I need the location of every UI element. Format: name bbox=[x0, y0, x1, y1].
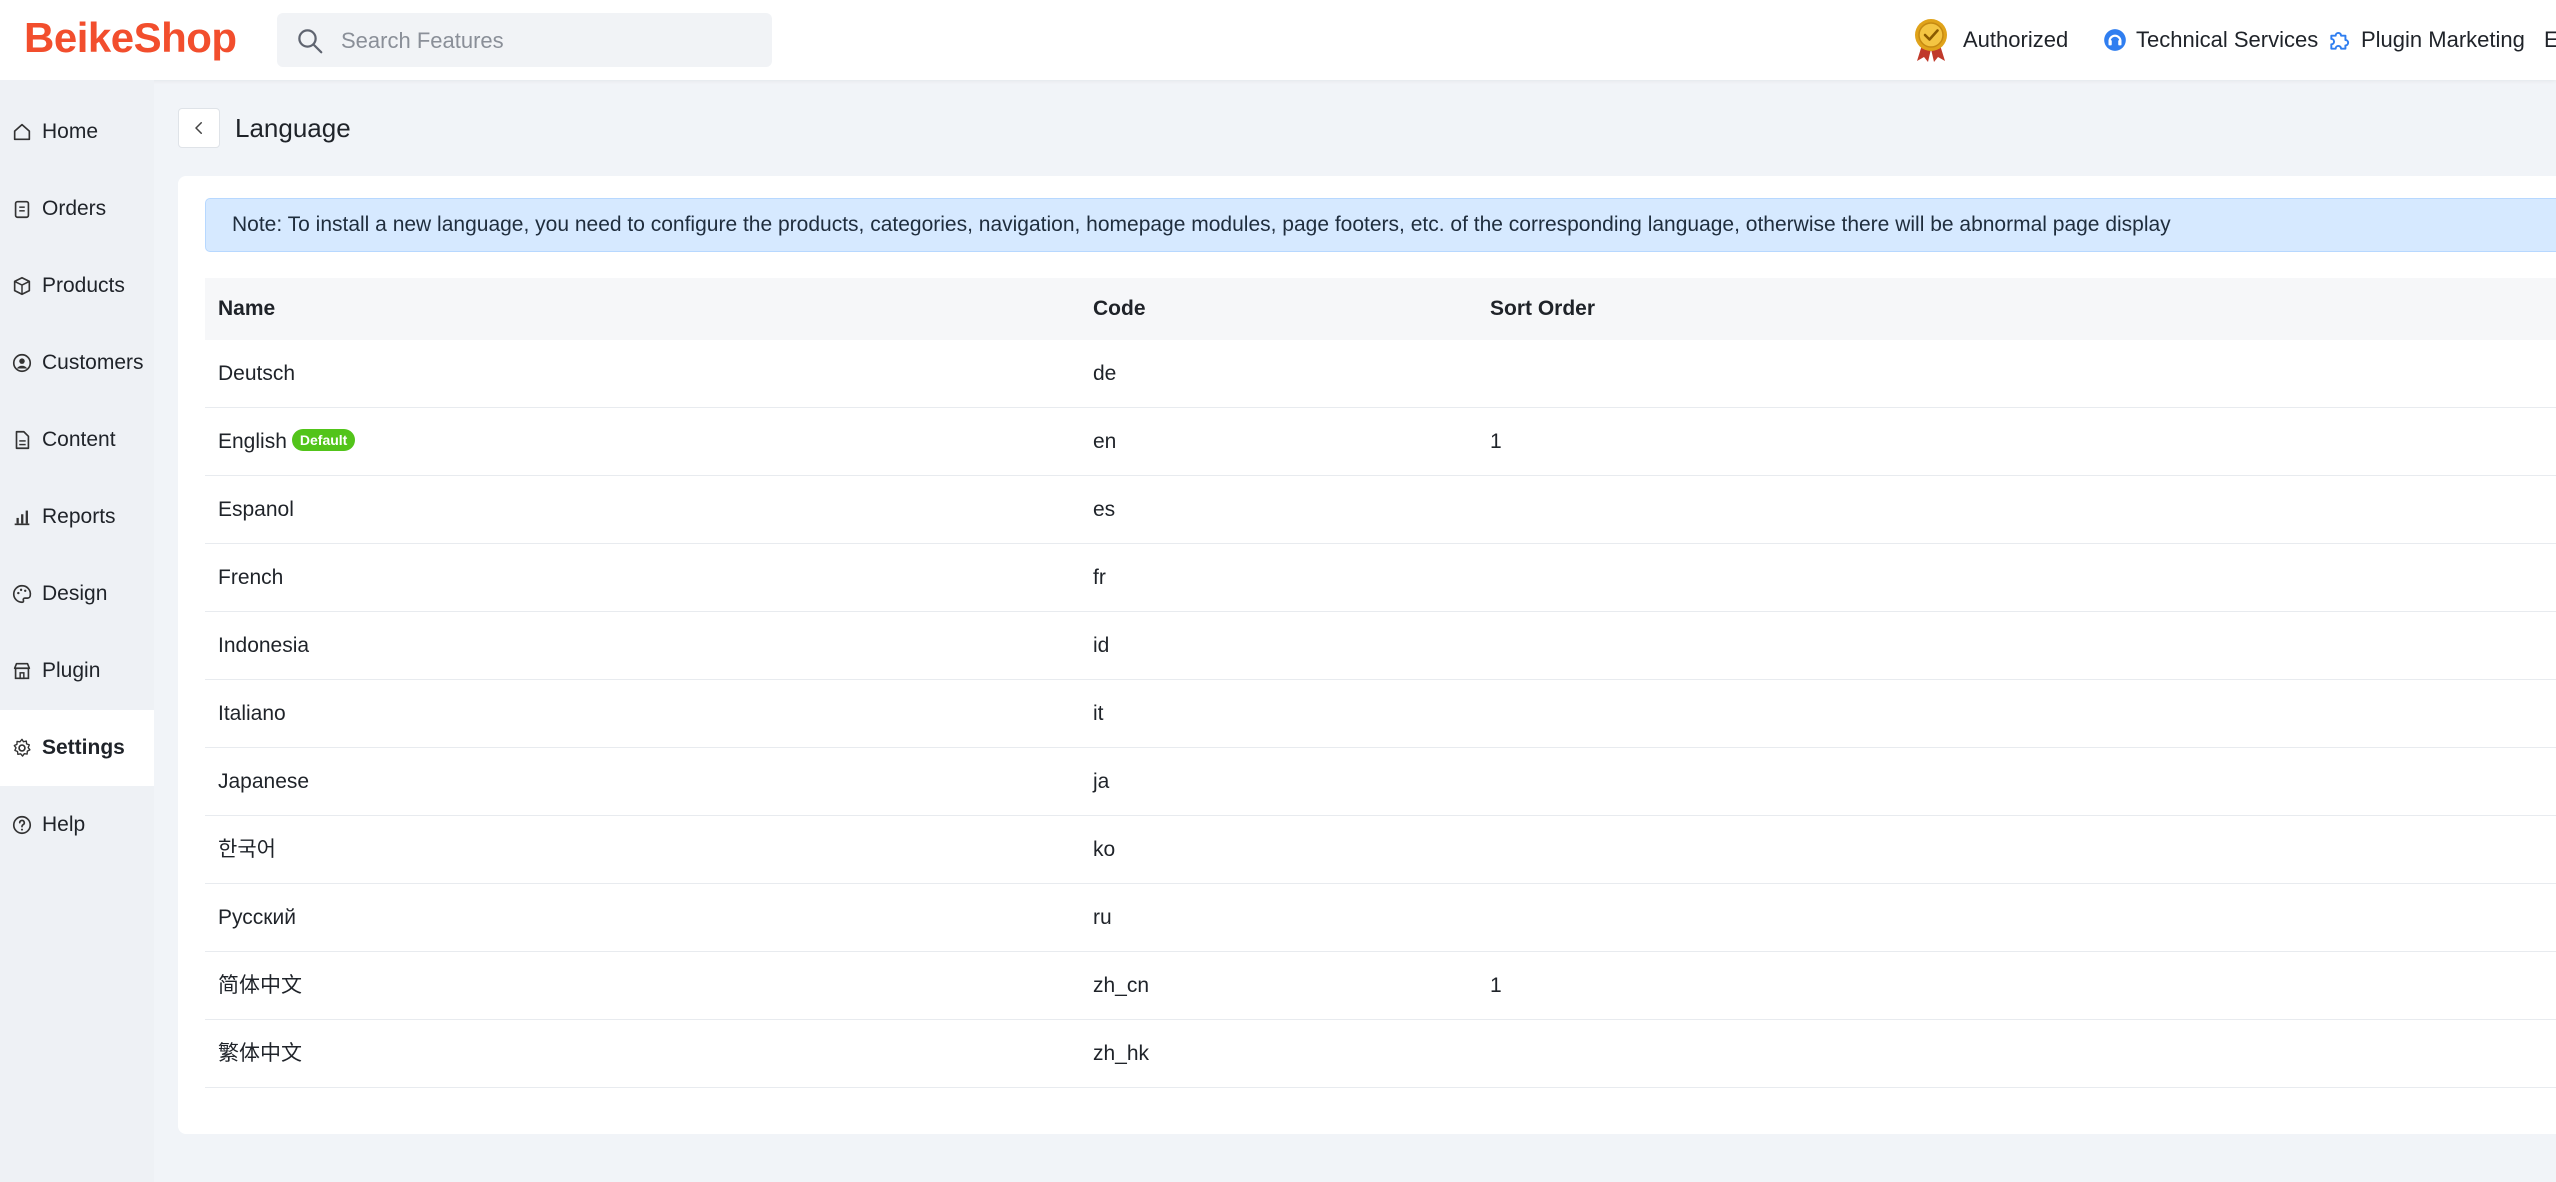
question-circle-icon bbox=[12, 815, 32, 835]
language-code: ru bbox=[1093, 906, 1112, 929]
language-name: 한국어 bbox=[218, 838, 276, 861]
store-icon bbox=[13, 662, 31, 680]
medal-icon bbox=[1915, 19, 1947, 62]
truncated-label: E bbox=[2544, 27, 2556, 52]
search-box[interactable] bbox=[277, 13, 772, 69]
bar-chart-icon bbox=[14, 510, 30, 526]
language-name-cell: English Default bbox=[218, 408, 356, 476]
headset-icon bbox=[2104, 29, 2126, 51]
sidebar-item-label: Customers bbox=[42, 351, 144, 374]
language-name: Espanol bbox=[218, 498, 294, 521]
language-code: es bbox=[1093, 498, 1116, 521]
technical-services-label: Technical Services bbox=[2136, 27, 2319, 52]
table-row: 简体中文 zh_cn 1 bbox=[205, 952, 2556, 1020]
chevron-left-icon bbox=[195, 122, 202, 134]
box-icon bbox=[13, 276, 31, 296]
sidebar-item-design[interactable]: Design bbox=[0, 556, 154, 632]
plugin-marketing-label: Plugin Marketing bbox=[2361, 27, 2525, 52]
brand-logo[interactable]: BeikeShop bbox=[24, 10, 237, 66]
sidebar-item-label: Design bbox=[42, 582, 108, 605]
table-row: 한국어 ko bbox=[205, 816, 2556, 884]
sidebar-item-home[interactable]: Home bbox=[0, 94, 154, 170]
sidebar-item-products[interactable]: Products bbox=[0, 248, 154, 324]
language-code: zh_hk bbox=[1093, 1042, 1150, 1065]
language-name: Japanese bbox=[218, 770, 310, 793]
table-row: Русский ru bbox=[205, 884, 2556, 952]
language-code: en bbox=[1093, 430, 1117, 453]
language-code: ko bbox=[1093, 838, 1116, 861]
sidebar-item-label: Plugin bbox=[42, 659, 101, 682]
install-notice: Note: To install a new language, you nee… bbox=[205, 198, 2556, 252]
search-input[interactable] bbox=[339, 13, 763, 69]
column-header-name[interactable]: Name bbox=[218, 278, 275, 340]
sidebar: Home Orders Products Customers Content R… bbox=[0, 80, 154, 1182]
sidebar-item-label: Orders bbox=[42, 197, 107, 220]
language-name: 繁体中文 bbox=[218, 1042, 302, 1065]
language-name: English bbox=[218, 430, 287, 453]
table-row: 繁体中文 zh_hk bbox=[205, 1020, 2556, 1088]
language-code: de bbox=[1093, 362, 1117, 385]
table-row: French fr bbox=[205, 544, 2556, 612]
top-header: BeikeShop Authorized Technical Services bbox=[0, 0, 2556, 80]
sidebar-item-settings[interactable]: Settings bbox=[0, 710, 154, 786]
sidebar-item-label: Products bbox=[42, 274, 125, 297]
table-row: Espanol es bbox=[205, 476, 2556, 544]
sidebar-item-label: Home bbox=[42, 120, 99, 143]
gear-icon bbox=[13, 738, 31, 757]
language-sort-order: 1 bbox=[1490, 974, 1502, 997]
sidebar-item-customers[interactable]: Customers bbox=[0, 325, 154, 401]
clipboard-icon bbox=[14, 200, 30, 219]
truncated-header-link[interactable]: E bbox=[2544, 0, 2556, 80]
language-code: fr bbox=[1093, 566, 1106, 589]
sidebar-item-label: Help bbox=[42, 813, 86, 836]
language-code: zh_cn bbox=[1093, 974, 1150, 997]
table-header: Name Code Sort Order bbox=[205, 278, 2556, 340]
language-code: id bbox=[1093, 634, 1110, 657]
document-icon bbox=[15, 430, 30, 450]
palette-icon bbox=[13, 584, 32, 604]
sidebar-item-orders[interactable]: Orders bbox=[0, 171, 154, 247]
authorized-label: Authorized bbox=[1963, 27, 2069, 52]
plugin-marketing-link[interactable]: Plugin Marketing bbox=[2327, 0, 2525, 80]
table-row: Japanese ja bbox=[205, 748, 2556, 816]
back-button[interactable] bbox=[178, 108, 220, 148]
language-name: French bbox=[218, 566, 284, 589]
column-header-sort-order[interactable]: Sort Order bbox=[1490, 278, 1595, 340]
language-code: it bbox=[1093, 702, 1104, 725]
search-icon bbox=[298, 29, 323, 54]
language-name: Русский bbox=[218, 906, 296, 929]
sidebar-item-label: Settings bbox=[42, 736, 125, 759]
language-name: Indonesia bbox=[218, 634, 310, 657]
default-badge: Default bbox=[291, 429, 356, 452]
language-code: ja bbox=[1093, 770, 1110, 793]
sidebar-item-label: Reports bbox=[42, 505, 116, 528]
sidebar-item-plugin[interactable]: Plugin bbox=[0, 633, 154, 709]
sidebar-item-help[interactable]: Help bbox=[0, 787, 154, 863]
language-name: Deutsch bbox=[218, 362, 296, 385]
table-row: Deutsch de bbox=[205, 340, 2556, 408]
column-header-code[interactable]: Code bbox=[1093, 278, 1146, 340]
language-sort-order: 1 bbox=[1490, 430, 1502, 453]
language-name: 简体中文 bbox=[218, 974, 302, 997]
language-name: Italiano bbox=[218, 702, 286, 725]
table-row: Indonesia id bbox=[205, 612, 2556, 680]
sidebar-item-reports[interactable]: Reports bbox=[0, 479, 154, 555]
table-row: English Default en 1 bbox=[205, 408, 2556, 476]
puzzle-icon bbox=[2330, 32, 2350, 50]
sidebar-item-label: Content bbox=[42, 428, 116, 451]
page-title: Language bbox=[235, 113, 351, 143]
authorized-link[interactable]: Authorized bbox=[1911, 0, 2068, 80]
home-icon bbox=[13, 123, 31, 141]
sidebar-item-content[interactable]: Content bbox=[0, 402, 154, 478]
user-circle-icon bbox=[12, 353, 32, 373]
technical-services-link[interactable]: Technical Services bbox=[2102, 0, 2318, 80]
table-row: Italiano it bbox=[205, 680, 2556, 748]
